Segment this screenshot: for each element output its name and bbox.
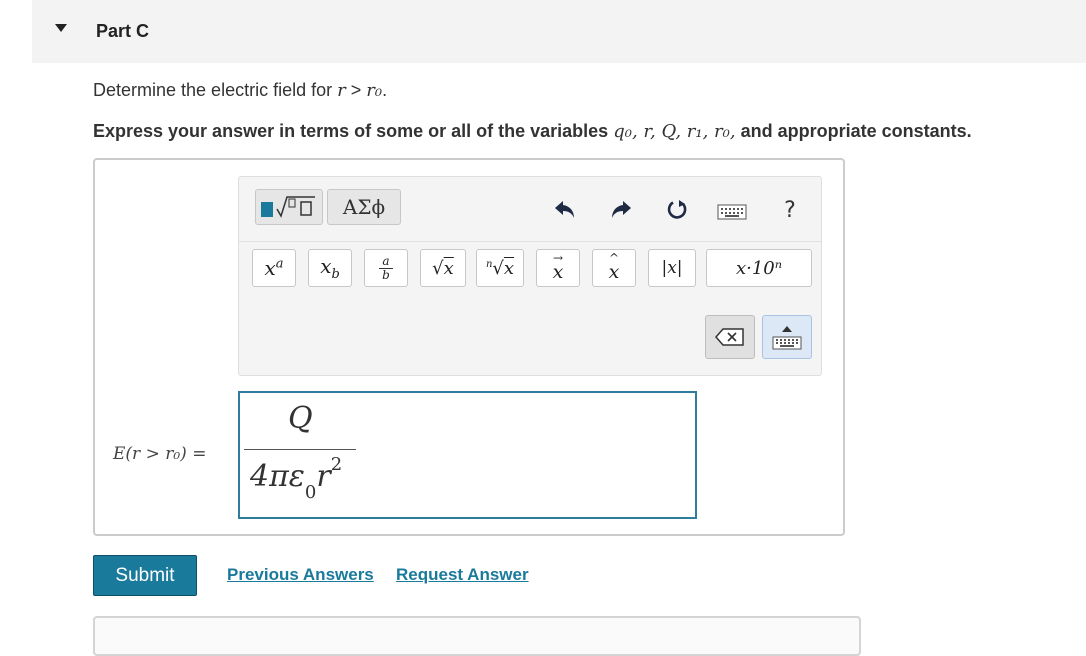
fraction-denominator: 4πε0r2 xyxy=(250,454,342,503)
backspace-icon xyxy=(715,328,744,346)
denom-var: r xyxy=(316,459,331,494)
denom-exponent: 2 xyxy=(330,454,343,475)
prompt-var2: r₀ xyxy=(366,80,383,101)
answer-input[interactable]: Q 4πε0r2 xyxy=(238,391,697,519)
prompt-op: > xyxy=(345,80,367,100)
fraction-bottom: b xyxy=(382,267,390,282)
part-title: Part C xyxy=(96,21,150,41)
help-button[interactable]: ? xyxy=(779,195,801,225)
question-prompt: Determine the electric field for r > r₀. xyxy=(93,80,387,101)
abs-glyph: |x| xyxy=(661,258,683,278)
unit-vector-button[interactable]: ^ x xyxy=(592,249,636,287)
fraction-top: a xyxy=(382,253,390,268)
sqrt-button[interactable]: √x xyxy=(420,249,466,287)
collapse-caret-icon[interactable] xyxy=(55,24,67,32)
keyboard-toggle-button[interactable] xyxy=(762,315,812,359)
caret-up-icon xyxy=(782,325,792,332)
instruction: Express your answer in terms of some or … xyxy=(93,121,972,142)
sci-notation-button[interactable]: x·10ⁿ xyxy=(706,249,812,287)
nth-root-glyph: n√x xyxy=(485,257,515,279)
nth-root-button[interactable]: n√x xyxy=(476,249,524,287)
answer-label: E(r > r₀) = xyxy=(113,444,206,464)
templates-button[interactable] xyxy=(255,189,323,225)
keyboard-icon[interactable] xyxy=(716,201,748,223)
keyboard-small-icon xyxy=(772,336,802,349)
answer-fraction-bar xyxy=(244,449,356,450)
fraction-button[interactable]: a b xyxy=(364,249,408,287)
reset-arrow-icon xyxy=(667,200,687,219)
unit-vector-glyph: ^ x xyxy=(608,251,620,283)
abs-value-button[interactable]: |x| xyxy=(648,249,696,287)
answer-label-text: E(r > r₀) = xyxy=(113,444,207,464)
denom-subscript: 0 xyxy=(304,482,317,503)
part-header[interactable] xyxy=(32,0,1086,63)
subscript-button[interactable]: xb xyxy=(308,249,352,287)
superscript-glyph: xa xyxy=(264,256,284,280)
sqrt-glyph: √x xyxy=(432,257,454,279)
vector-glyph: → x xyxy=(552,251,564,283)
request-answer-link[interactable]: Request Answer xyxy=(396,565,529,585)
previous-answers-link[interactable]: Previous Answers xyxy=(227,565,374,585)
instruction-vars: q₀, r, Q, r₁, r₀, xyxy=(613,121,736,142)
subscript-glyph: xb xyxy=(320,254,340,282)
toolbar-divider xyxy=(239,241,821,242)
prompt-end: . xyxy=(382,80,388,100)
sci-notation-glyph: x·10ⁿ xyxy=(735,257,783,279)
vector-button[interactable]: → x xyxy=(536,249,580,287)
denom-prefix: 4πε xyxy=(250,459,305,494)
reset-icon[interactable] xyxy=(662,195,692,225)
templates-icon xyxy=(261,196,315,218)
keyboard-glyph-icon xyxy=(717,204,747,220)
instruction-tail: and appropriate constants. xyxy=(740,121,972,141)
superscript-button[interactable]: xa xyxy=(252,249,296,287)
redo-icon[interactable] xyxy=(606,195,636,223)
redo-arrow-icon xyxy=(612,201,631,218)
backspace-button[interactable] xyxy=(705,315,755,359)
prompt-var: r xyxy=(337,80,346,101)
greek-symbols-button[interactable]: ΑΣϕ xyxy=(327,189,401,225)
instruction-text: Express your answer in terms of some or … xyxy=(93,121,609,141)
undo-icon[interactable] xyxy=(550,195,580,223)
undo-arrow-icon xyxy=(555,201,574,218)
feedback-box xyxy=(93,616,861,656)
submit-button[interactable]: Submit xyxy=(93,555,197,596)
prompt-text: Determine the electric field for xyxy=(93,80,333,100)
math-toolbar: ΑΣϕ ? xa xb a b √x n√x → x ^ x |x| x·10ⁿ xyxy=(238,176,822,376)
fraction-numerator: Q xyxy=(288,401,313,436)
